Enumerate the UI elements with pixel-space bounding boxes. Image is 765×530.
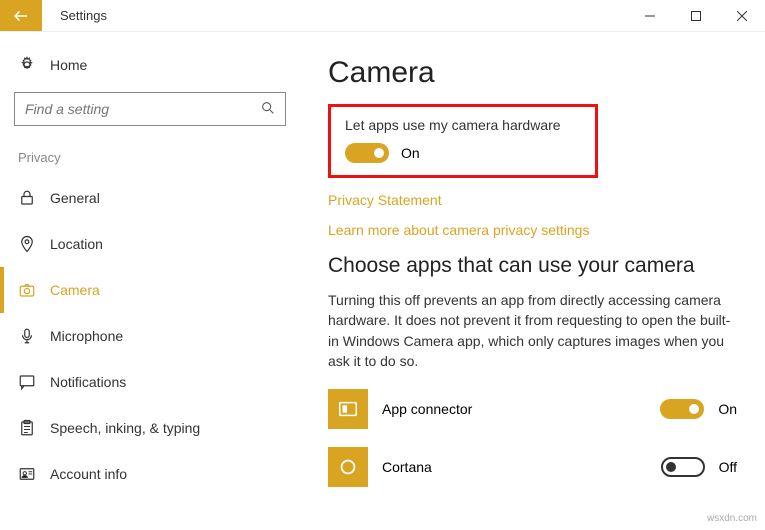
close-icon <box>737 11 747 21</box>
home-label: Home <box>50 57 87 73</box>
microphone-icon <box>18 327 36 345</box>
main-toggle-label: Let apps use my camera hardware <box>345 117 581 133</box>
description: Turning this off prevents an app from di… <box>328 290 737 371</box>
maximize-button[interactable] <box>673 0 719 31</box>
lock-icon <box>18 189 36 207</box>
highlight-box: Let apps use my camera hardware On <box>328 104 598 178</box>
nav-label: Camera <box>50 282 100 298</box>
sidebar-item-general[interactable]: General <box>0 175 286 221</box>
sidebar-item-location[interactable]: Location <box>0 221 286 267</box>
nav-label: General <box>50 190 100 206</box>
app-row-connector: App connector On <box>328 389 737 429</box>
gear-icon <box>18 56 36 74</box>
arrow-left-icon <box>12 7 30 25</box>
account-icon <box>18 465 36 483</box>
privacy-statement-link[interactable]: Privacy Statement <box>328 192 737 208</box>
watermark: wsxdn.com <box>707 513 757 524</box>
app-connector-toggle[interactable] <box>660 399 704 419</box>
search-icon <box>260 100 276 116</box>
cortana-toggle[interactable] <box>661 457 705 477</box>
close-button[interactable] <box>719 0 765 31</box>
page-title: Camera <box>328 56 737 90</box>
minimize-button[interactable] <box>627 0 673 31</box>
sidebar-item-microphone[interactable]: Microphone <box>0 313 286 359</box>
section-label: Privacy <box>14 150 286 175</box>
nav-label: Location <box>50 236 103 252</box>
minimize-icon <box>645 11 655 21</box>
back-button[interactable] <box>0 0 42 31</box>
cortana-icon <box>328 447 368 487</box>
app-name: App connector <box>382 401 646 417</box>
sidebar-item-notifications[interactable]: Notifications <box>0 359 286 405</box>
clipboard-icon <box>18 419 36 437</box>
search-input[interactable] <box>14 92 286 126</box>
app-connector-icon <box>328 389 368 429</box>
maximize-icon <box>691 11 701 21</box>
location-icon <box>18 235 36 253</box>
camera-icon <box>18 281 36 299</box>
app-row-cortana: Cortana Off <box>328 447 737 487</box>
nav-label: Microphone <box>50 328 123 344</box>
toggle-state: On <box>718 401 737 417</box>
main-toggle-state: On <box>401 145 420 161</box>
learn-more-link[interactable]: Learn more about camera privacy settings <box>328 222 737 238</box>
notifications-icon <box>18 373 36 391</box>
home-button[interactable]: Home <box>14 50 286 86</box>
main-toggle[interactable] <box>345 143 389 163</box>
window-title: Settings <box>42 0 627 31</box>
nav-label: Account info <box>50 466 127 482</box>
toggle-state: Off <box>719 459 737 475</box>
sidebar-item-account[interactable]: Account info <box>0 451 286 497</box>
sidebar-item-speech[interactable]: Speech, inking, & typing <box>0 405 286 451</box>
subhead: Choose apps that can use your camera <box>328 254 737 278</box>
sidebar-item-camera[interactable]: Camera <box>0 267 286 313</box>
app-name: Cortana <box>382 459 647 475</box>
nav-label: Notifications <box>50 374 126 390</box>
nav-label: Speech, inking, & typing <box>50 420 200 436</box>
